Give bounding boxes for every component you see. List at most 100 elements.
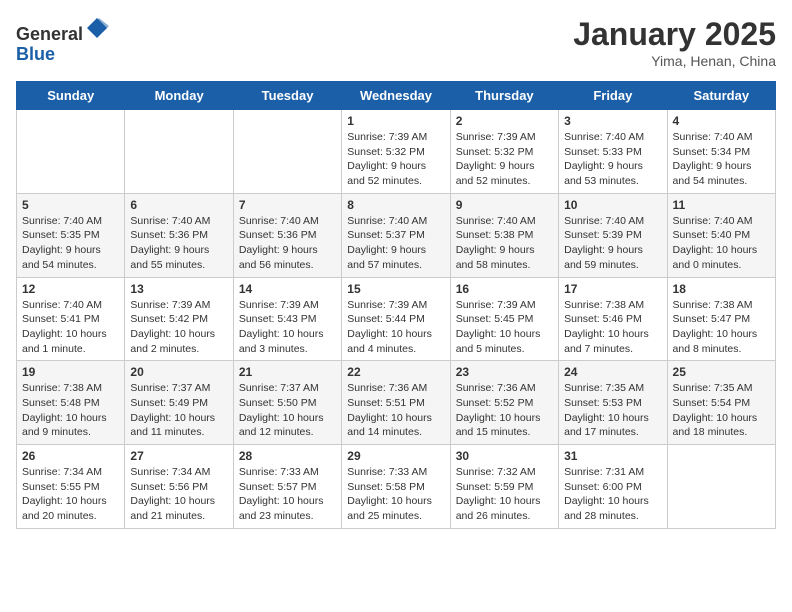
day-number: 22 xyxy=(347,365,444,379)
calendar-day-17: 17 Sunrise: 7:38 AMSunset: 5:46 PMDayligh… xyxy=(559,277,667,361)
day-info: Sunrise: 7:36 AMSunset: 5:52 PMDaylight:… xyxy=(456,381,553,440)
day-info: Sunrise: 7:36 AMSunset: 5:51 PMDaylight:… xyxy=(347,381,444,440)
day-number: 21 xyxy=(239,365,336,379)
calendar-day-28: 28Sunrise: 7:33 AMSunset: 5:57 PMDayligh… xyxy=(233,445,341,529)
day-number: 26 xyxy=(22,449,119,463)
calendar-empty-cell xyxy=(125,110,233,194)
month-title: January 2025 xyxy=(573,16,776,53)
day-number: 6 xyxy=(130,198,227,212)
day-header-wednesday: Wednesday xyxy=(342,82,450,110)
day-info: Sunrise: 7:37 AMSunset: 5:50 PMDaylight:… xyxy=(239,381,336,440)
day-number: 31 xyxy=(564,449,661,463)
day-number: 27 xyxy=(130,449,227,463)
day-header-monday: Monday xyxy=(125,82,233,110)
day-header-thursday: Thursday xyxy=(450,82,558,110)
day-info: Sunrise: 7:39 AMSunset: 5:44 PMDaylight:… xyxy=(347,298,444,357)
calendar-week-row: 12Sunrise: 7:40 AMSunset: 5:41 PMDayligh… xyxy=(17,277,776,361)
calendar-day-1: 1Sunrise: 7:39 AMSunset: 5:32 PMDaylight… xyxy=(342,110,450,194)
calendar-table: SundayMondayTuesdayWednesdayThursdayFrid… xyxy=(16,81,776,529)
day-info: Sunrise: 7:40 AMSunset: 5:41 PMDaylight:… xyxy=(22,298,119,357)
day-info: Sunrise: 7:40 AMSunset: 5:35 PMDaylight:… xyxy=(22,214,119,273)
day-number: 5 xyxy=(22,198,119,212)
calendar-week-row: 5 Sunrise: 7:40 AMSunset: 5:35 PMDaylight… xyxy=(17,193,776,277)
calendar-day-6: 6 Sunrise: 7:40 AMSunset: 5:36 PMDaylight… xyxy=(125,193,233,277)
logo-blue: Blue xyxy=(16,44,55,64)
day-number: 15 xyxy=(347,282,444,296)
day-info: Sunrise: 7:40 AMSunset: 5:40 PMDaylight:… xyxy=(673,214,770,273)
day-number: 16 xyxy=(456,282,553,296)
day-info: Sunrise: 7:39 AMSunset: 5:32 PMDaylight:… xyxy=(347,130,444,189)
calendar-day-13: 13Sunrise: 7:39 AMSunset: 5:42 PMDayligh… xyxy=(125,277,233,361)
calendar-day-25: 25 Sunrise: 7:35 AMSunset: 5:54 PMDayligh… xyxy=(667,361,775,445)
calendar-day-20: 20 Sunrise: 7:37 AMSunset: 5:49 PMDayligh… xyxy=(125,361,233,445)
location-subtitle: Yima, Henan, China xyxy=(573,53,776,69)
day-info: Sunrise: 7:40 AMSunset: 5:36 PMDaylight:… xyxy=(130,214,227,273)
calendar-header-row: SundayMondayTuesdayWednesdayThursdayFrid… xyxy=(17,82,776,110)
calendar-week-row: 19 Sunrise: 7:38 AMSunset: 5:48 PMDayligh… xyxy=(17,361,776,445)
day-info: Sunrise: 7:34 AMSunset: 5:55 PMDaylight:… xyxy=(22,465,119,524)
day-number: 25 xyxy=(673,365,770,379)
day-number: 23 xyxy=(456,365,553,379)
day-number: 17 xyxy=(564,282,661,296)
day-number: 18 xyxy=(673,282,770,296)
calendar-day-16: 16 Sunrise: 7:39 AMSunset: 5:45 PMDayligh… xyxy=(450,277,558,361)
day-header-sunday: Sunday xyxy=(17,82,125,110)
page-header: General Blue January 2025 Yima, Henan, C… xyxy=(16,16,776,69)
day-info: Sunrise: 7:39 AMSunset: 5:32 PMDaylight:… xyxy=(456,130,553,189)
calendar-day-26: 26 Sunrise: 7:34 AMSunset: 5:55 PMDayligh… xyxy=(17,445,125,529)
day-info: Sunrise: 7:33 AMSunset: 5:58 PMDaylight:… xyxy=(347,465,444,524)
calendar-day-22: 22 Sunrise: 7:36 AMSunset: 5:51 PMDayligh… xyxy=(342,361,450,445)
day-info: Sunrise: 7:40 AMSunset: 5:36 PMDaylight:… xyxy=(239,214,336,273)
day-info: Sunrise: 7:39 AMSunset: 5:43 PMDaylight:… xyxy=(239,298,336,357)
day-number: 7 xyxy=(239,198,336,212)
calendar-day-5: 5 Sunrise: 7:40 AMSunset: 5:35 PMDaylight… xyxy=(17,193,125,277)
day-number: 10 xyxy=(564,198,661,212)
calendar-day-18: 18 Sunrise: 7:38 AMSunset: 5:47 PMDayligh… xyxy=(667,277,775,361)
calendar-day-7: 7 Sunrise: 7:40 AMSunset: 5:36 PMDaylight… xyxy=(233,193,341,277)
day-number: 29 xyxy=(347,449,444,463)
day-info: Sunrise: 7:40 AMSunset: 5:37 PMDaylight:… xyxy=(347,214,444,273)
day-number: 19 xyxy=(22,365,119,379)
day-number: 28 xyxy=(239,449,336,463)
calendar-day-21: 21 Sunrise: 7:37 AMSunset: 5:50 PMDayligh… xyxy=(233,361,341,445)
calendar-day-19: 19 Sunrise: 7:38 AMSunset: 5:48 PMDayligh… xyxy=(17,361,125,445)
day-header-tuesday: Tuesday xyxy=(233,82,341,110)
day-info: Sunrise: 7:38 AMSunset: 5:46 PMDaylight:… xyxy=(564,298,661,357)
logo-icon xyxy=(85,16,109,40)
day-info: Sunrise: 7:34 AMSunset: 5:56 PMDaylight:… xyxy=(130,465,227,524)
calendar-day-23: 23 Sunrise: 7:36 AMSunset: 5:52 PMDayligh… xyxy=(450,361,558,445)
logo: General Blue xyxy=(16,16,109,65)
day-number: 30 xyxy=(456,449,553,463)
calendar-week-row: 1Sunrise: 7:39 AMSunset: 5:32 PMDaylight… xyxy=(17,110,776,194)
day-info: Sunrise: 7:40 AMSunset: 5:39 PMDaylight:… xyxy=(564,214,661,273)
calendar-day-9: 9Sunrise: 7:40 AMSunset: 5:38 PMDaylight… xyxy=(450,193,558,277)
logo-general: General xyxy=(16,24,83,44)
day-number: 2 xyxy=(456,114,553,128)
day-number: 20 xyxy=(130,365,227,379)
day-info: Sunrise: 7:38 AMSunset: 5:47 PMDaylight:… xyxy=(673,298,770,357)
calendar-day-12: 12Sunrise: 7:40 AMSunset: 5:41 PMDayligh… xyxy=(17,277,125,361)
calendar-day-15: 15 Sunrise: 7:39 AMSunset: 5:44 PMDayligh… xyxy=(342,277,450,361)
day-info: Sunrise: 7:35 AMSunset: 5:54 PMDaylight:… xyxy=(673,381,770,440)
day-info: Sunrise: 7:37 AMSunset: 5:49 PMDaylight:… xyxy=(130,381,227,440)
day-header-friday: Friday xyxy=(559,82,667,110)
calendar-day-14: 14 Sunrise: 7:39 AMSunset: 5:43 PMDayligh… xyxy=(233,277,341,361)
day-info: Sunrise: 7:38 AMSunset: 5:48 PMDaylight:… xyxy=(22,381,119,440)
calendar-day-27: 27 Sunrise: 7:34 AMSunset: 5:56 PMDayligh… xyxy=(125,445,233,529)
day-number: 13 xyxy=(130,282,227,296)
day-number: 8 xyxy=(347,198,444,212)
calendar-day-30: 30Sunrise: 7:32 AMSunset: 5:59 PMDayligh… xyxy=(450,445,558,529)
day-number: 24 xyxy=(564,365,661,379)
day-info: Sunrise: 7:40 AMSunset: 5:38 PMDaylight:… xyxy=(456,214,553,273)
day-number: 3 xyxy=(564,114,661,128)
day-info: Sunrise: 7:31 AMSunset: 6:00 PMDaylight:… xyxy=(564,465,661,524)
calendar-day-8: 8 Sunrise: 7:40 AMSunset: 5:37 PMDaylight… xyxy=(342,193,450,277)
calendar-day-3: 3Sunrise: 7:40 AMSunset: 5:33 PMDaylight… xyxy=(559,110,667,194)
calendar-empty-cell xyxy=(17,110,125,194)
calendar-day-10: 10 Sunrise: 7:40 AMSunset: 5:39 PMDayligh… xyxy=(559,193,667,277)
day-info: Sunrise: 7:39 AMSunset: 5:45 PMDaylight:… xyxy=(456,298,553,357)
day-info: Sunrise: 7:40 AMSunset: 5:34 PMDaylight:… xyxy=(673,130,770,189)
calendar-day-11: 11Sunrise: 7:40 AMSunset: 5:40 PMDayligh… xyxy=(667,193,775,277)
calendar-empty-cell xyxy=(233,110,341,194)
day-number: 14 xyxy=(239,282,336,296)
